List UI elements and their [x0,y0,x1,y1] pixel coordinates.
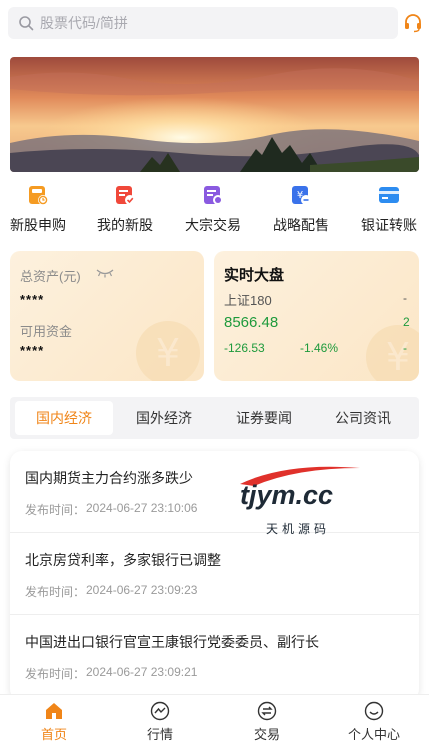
headset-icon[interactable] [403,13,423,33]
my-stock-icon [116,186,135,205]
ipo-icon [29,186,48,205]
index-change: -126.53 [224,341,265,355]
news-tabs: 国内经济 国外经济 证券要闻 公司资讯 [10,397,419,439]
nav-home[interactable]: 首页 [14,695,94,744]
nav-trade[interactable]: 交易 [227,695,307,744]
nav-label: 交易 [253,727,280,742]
available-funds-value: **** [20,343,45,358]
quick-entry-label: 新股申购 [10,217,66,233]
news-title: 中国进出口银行官宣王康银行党委委员、副行长 [25,634,319,650]
next-index-price-partial: 2 [403,315,410,329]
strategic-placement-icon: ¥ [292,186,311,205]
news-time-label: 发布时间： [25,585,86,599]
next-index-change-partial: - [403,341,407,355]
quick-entry-bank-transfer[interactable]: 银证转账 [354,183,424,235]
news-time: 2024-06-27 23:10:06 [86,501,198,515]
next-index-name-partial: - [403,291,407,305]
total-assets-label: 总资产(元) [20,269,81,284]
search-icon [19,16,34,31]
news-time: 2024-06-27 23:09:23 [86,583,198,597]
tab-securities-news[interactable]: 证券要闻 [215,401,313,435]
yen-decoration-icon: ¥ [366,325,419,381]
watermark-text: tjym.cc [240,480,334,510]
available-funds-label: 可用资金 [20,324,73,339]
watermark: tjym.cc 天机源码 [236,462,362,538]
bottom-nav: 首页 行情 交易 个人中心 [0,694,429,744]
news-time-label: 发布时间： [25,503,86,517]
news-time: 2024-06-27 23:09:21 [86,665,198,679]
yen-decoration-icon: ¥ [136,321,200,381]
total-assets-value: **** [20,292,45,307]
quick-entry-label: 大宗交易 [185,217,241,233]
home-icon [46,703,62,719]
index-price: 8566.48 [224,314,279,331]
nav-label: 行情 [146,727,173,742]
tab-domestic-economy[interactable]: 国内经济 [15,401,113,435]
trade-icon [257,701,277,721]
quick-entry-label: 战略配售 [273,217,329,233]
news-time-label: 发布时间： [25,667,86,681]
tab-company-news[interactable]: 公司资讯 [314,401,412,435]
quick-entry-ipo[interactable]: 新股申购 [3,183,73,235]
index-change-pct: -1.46% [300,341,339,355]
news-item[interactable]: 北京房贷利率，多家银行已调整 发布时间： 2024-06-27 23:09:23 [10,533,419,615]
nav-market[interactable]: 行情 [120,695,200,744]
search-input[interactable]: 股票代码/简拼 [8,7,398,39]
quick-entry-strategic-placement[interactable]: ¥ 战略配售 [266,183,336,235]
market-title: 实时大盘 [224,267,285,284]
block-trade-icon [204,186,223,205]
watermark-subtext: 天机源码 [266,522,331,536]
quick-entry-label: 我的新股 [97,217,153,233]
quick-entry-label: 银证转账 [361,217,417,233]
quick-entry-row: 新股申购 我的新股 大宗交易 ¥ 战略配售 银证转账 [0,183,429,239]
market-card[interactable]: ¥ 实时大盘 上证180 - 8566.48 2 -126.53 -1.46% … [214,251,419,381]
bank-transfer-icon [379,187,399,203]
nav-label: 个人中心 [347,727,400,742]
quick-entry-block-trade[interactable]: 大宗交易 [178,183,248,235]
news-title: 国内期货主力合约涨多跌少 [25,470,193,486]
index-name: 上证180 [224,293,272,308]
profile-icon [364,701,384,721]
nav-profile[interactable]: 个人中心 [334,695,414,744]
quick-entry-my-stock[interactable]: 我的新股 [90,183,160,235]
nav-label: 首页 [40,727,67,742]
banner-image[interactable] [10,57,419,172]
assets-card[interactable]: ¥ 总资产(元) **** 可用资金 **** [10,251,204,381]
market-icon [150,701,170,721]
search-placeholder: 股票代码/简拼 [40,15,128,31]
eye-closed-icon[interactable] [96,268,114,278]
tab-foreign-economy[interactable]: 国外经济 [115,401,213,435]
news-item[interactable]: 中国进出口银行官宣王康银行党委委员、副行长 发布时间： 2024-06-27 2… [10,615,419,697]
news-title: 北京房贷利率，多家银行已调整 [25,552,221,568]
